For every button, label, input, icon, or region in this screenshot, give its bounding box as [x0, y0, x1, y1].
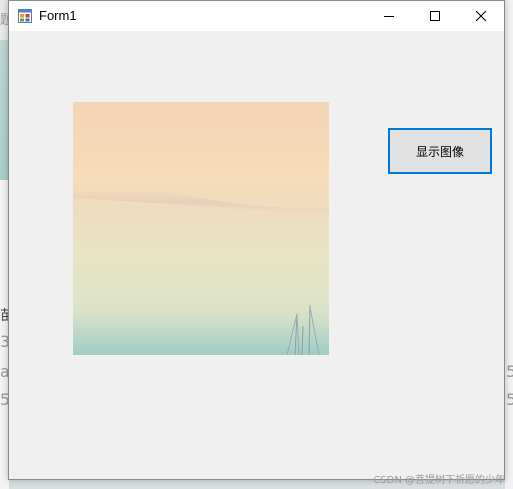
- form1-window: Form1 显示图像: [8, 0, 505, 480]
- show-image-button[interactable]: 显示图像: [388, 128, 492, 174]
- picture-image: [73, 102, 329, 355]
- app-icon: [18, 9, 32, 23]
- background-glyph: 5: [506, 362, 513, 381]
- minimize-button[interactable]: [366, 1, 412, 31]
- watermark: CSDN @菩提树下祈愿的少年: [373, 475, 505, 486]
- form-client-area: 显示图像: [9, 31, 504, 479]
- title-bar[interactable]: Form1: [9, 1, 504, 31]
- window-title: Form1: [39, 8, 77, 23]
- background-desktop-right: [505, 0, 513, 489]
- picture-box: [73, 102, 329, 355]
- maximize-button[interactable]: [412, 1, 458, 31]
- close-button[interactable]: [458, 1, 504, 31]
- minimize-icon: [384, 16, 394, 17]
- maximize-icon: [430, 11, 440, 21]
- close-icon: [475, 10, 487, 22]
- background-glyph: 5: [506, 390, 513, 409]
